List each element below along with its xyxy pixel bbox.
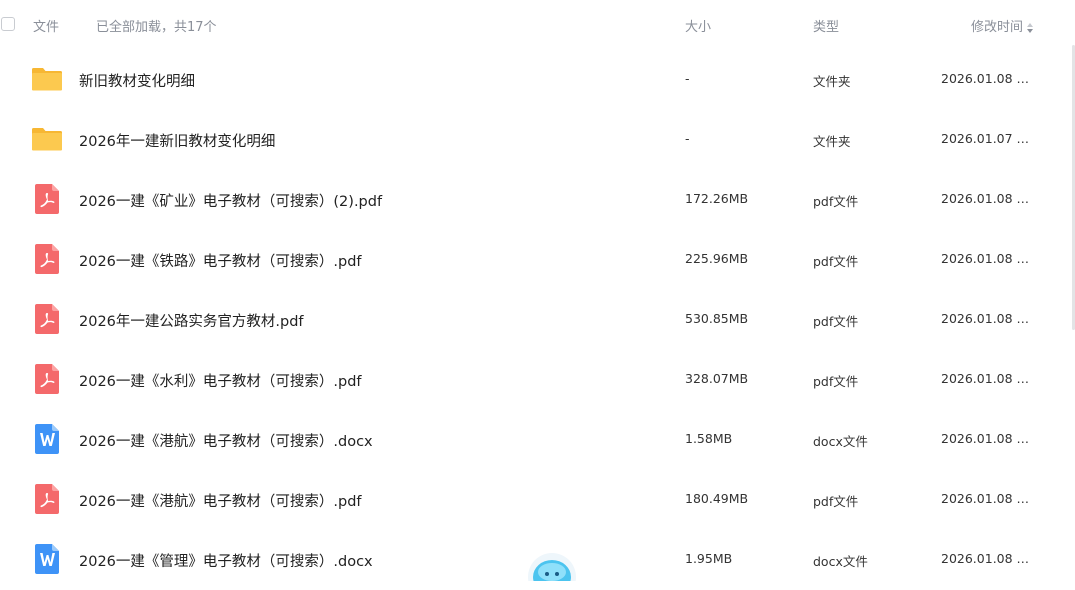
select-all-checkbox[interactable] [1, 17, 15, 31]
file-date: 2026.01.08 07:... [941, 491, 1036, 506]
file-name[interactable]: 2026一建《港航》电子教材（可搜索）.pdf [79, 490, 362, 511]
file-row[interactable]: 2026一建《水利》电子教材（可搜索）.pdf 328.07MB pdf文件 2… [0, 350, 1060, 410]
file-date: 2026.01.07 10:... [941, 131, 1036, 146]
file-type: 文件夹 [813, 74, 851, 89]
file-type: pdf文件 [813, 314, 859, 329]
sort-icon[interactable] [1027, 22, 1034, 33]
file-row[interactable]: 2026一建《矿业》电子教材（可搜索）(2).pdf 172.26MB pdf文… [0, 170, 1060, 230]
file-name[interactable]: 2026年一建新旧教材变化明细 [79, 130, 275, 151]
file-row[interactable]: 2026一建《铁路》电子教材（可搜索）.pdf 225.96MB pdf文件 2… [0, 230, 1060, 290]
file-name[interactable]: 2026一建《铁路》电子教材（可搜索）.pdf [79, 250, 362, 271]
column-date-label: 修改时间 [971, 20, 1024, 35]
assistant-mascot-icon[interactable] [527, 552, 577, 581]
file-size: 180.49MB [685, 491, 749, 506]
column-date-header[interactable]: 修改时间 [971, 16, 1034, 35]
file-row[interactable]: 2026年一建公路实务官方教材.pdf 530.85MB pdf文件 2026.… [0, 290, 1060, 350]
word-icon [31, 543, 63, 575]
file-date: 2026.01.08 07:... [941, 371, 1036, 386]
folder-icon [31, 63, 63, 95]
file-row[interactable]: 2026年一建新旧教材变化明细 - 文件夹 2026.01.07 10:... [0, 110, 1060, 170]
column-name-header[interactable]: 文件 [33, 16, 59, 35]
file-row[interactable]: 新旧教材变化明细 - 文件夹 2026.01.08 07:... [0, 50, 1060, 110]
file-date: 2026.01.08 07:... [941, 311, 1036, 326]
column-size-header[interactable]: 大小 [685, 16, 711, 35]
file-type: 文件夹 [813, 134, 851, 149]
file-date: 2026.01.08 07:... [941, 191, 1036, 206]
file-type: pdf文件 [813, 194, 859, 209]
pdf-icon [31, 183, 63, 215]
load-status-text: 已全部加载，共17个 [96, 20, 217, 35]
file-row[interactable]: 2026一建《港航》电子教材（可搜索）.pdf 180.49MB pdf文件 2… [0, 470, 1060, 530]
file-name[interactable]: 2026一建《水利》电子教材（可搜索）.pdf [79, 370, 362, 391]
pdf-icon [31, 303, 63, 335]
file-type: docx文件 [813, 434, 868, 449]
file-row[interactable]: 2026一建《港航》电子教材（可搜索）.docx 1.58MB docx文件 2… [0, 410, 1060, 470]
file-date: 2026.01.08 07:... [941, 431, 1036, 446]
file-name[interactable]: 新旧教材变化明细 [79, 70, 195, 91]
pdf-icon [31, 483, 63, 515]
file-type: docx文件 [813, 554, 868, 569]
file-date: 2026.01.08 07:... [941, 551, 1036, 566]
file-size: 172.26MB [685, 191, 749, 206]
file-date: 2026.01.08 07:... [941, 71, 1036, 86]
file-size: 225.96MB [685, 251, 749, 266]
file-size: 328.07MB [685, 371, 749, 386]
pdf-icon [31, 243, 63, 275]
file-size: 530.85MB [685, 311, 749, 326]
folder-icon [31, 123, 63, 155]
file-date: 2026.01.08 07:... [941, 251, 1036, 266]
file-size: - [685, 131, 690, 146]
file-type: pdf文件 [813, 254, 859, 269]
column-type-header[interactable]: 类型 [813, 16, 839, 35]
file-name[interactable]: 2026年一建公路实务官方教材.pdf [79, 310, 304, 331]
file-type: pdf文件 [813, 494, 859, 509]
file-list-header: 文件 已全部加载，共17个 大小 类型 修改时间 [0, 0, 1075, 50]
file-type: pdf文件 [813, 374, 859, 389]
file-size: 1.58MB [685, 431, 733, 446]
file-name[interactable]: 2026一建《港航》电子教材（可搜索）.docx [79, 430, 373, 451]
file-name[interactable]: 2026一建《矿业》电子教材（可搜索）(2).pdf [79, 190, 382, 211]
file-size: - [685, 71, 690, 86]
pdf-icon [31, 363, 63, 395]
file-size: 1.95MB [685, 551, 733, 566]
file-name[interactable]: 2026一建《管理》电子教材（可搜索）.docx [79, 550, 373, 571]
word-icon [31, 423, 63, 455]
